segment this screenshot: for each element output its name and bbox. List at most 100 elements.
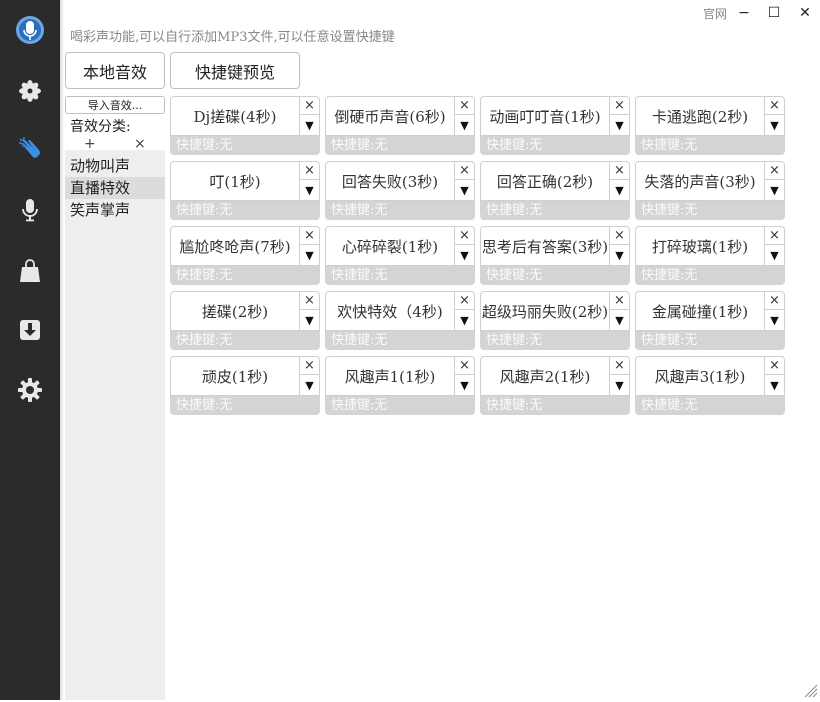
- download-icon[interactable]: [15, 315, 45, 345]
- sidebar-shadow: [60, 0, 64, 700]
- sound-options-dropdown[interactable]: ▼: [610, 375, 630, 396]
- sound-options-dropdown[interactable]: ▼: [765, 375, 785, 396]
- hotkey-label: 快捷键:无: [325, 396, 475, 415]
- remove-sound-button[interactable]: ×: [610, 226, 630, 245]
- sidebar: [0, 0, 60, 700]
- microphone-logo-icon[interactable]: [15, 15, 45, 45]
- remove-sound-button[interactable]: ×: [455, 226, 475, 245]
- hotkey-label: 快捷键:无: [635, 136, 785, 155]
- remove-sound-button[interactable]: ×: [610, 291, 630, 310]
- hotkey-label: 快捷键:无: [635, 266, 785, 285]
- sound-play-button[interactable]: 倒硬币声音(6秒): [325, 96, 455, 136]
- remove-sound-button[interactable]: ×: [300, 291, 320, 310]
- sound-options-dropdown[interactable]: ▼: [455, 375, 475, 396]
- tab-hotkey-preview[interactable]: 快捷键预览: [170, 52, 300, 89]
- sound-play-button[interactable]: 尴尬咚呛声(7秒): [170, 226, 300, 266]
- sound-play-button[interactable]: 心碎碎裂(1秒): [325, 226, 455, 266]
- remove-sound-button[interactable]: ×: [765, 161, 785, 180]
- sound-card: 欢快特效（4秒) × ▼ 快捷键:无: [325, 291, 475, 350]
- resize-grip[interactable]: [802, 682, 818, 698]
- sound-options-dropdown[interactable]: ▼: [300, 310, 320, 331]
- tab-local-sounds[interactable]: 本地音效: [65, 52, 165, 89]
- sound-play-button[interactable]: 打碎玻璃(1秒): [635, 226, 765, 266]
- sound-play-button[interactable]: Dj搓碟(4秒): [170, 96, 300, 136]
- sound-card: 回答失败(3秒) × ▼ 快捷键:无: [325, 161, 475, 220]
- remove-sound-button[interactable]: ×: [765, 291, 785, 310]
- hotkey-label: 快捷键:无: [635, 331, 785, 350]
- hotkey-label: 快捷键:无: [170, 201, 320, 220]
- sound-play-button[interactable]: 回答失败(3秒): [325, 161, 455, 201]
- sound-play-button[interactable]: 风趣声1(1秒): [325, 356, 455, 396]
- sound-play-button[interactable]: 思考后有答案(3秒): [480, 226, 610, 266]
- sound-options-dropdown[interactable]: ▼: [300, 375, 320, 396]
- sound-play-button[interactable]: 超级玛丽失败(2秒): [480, 291, 610, 331]
- sound-options-dropdown[interactable]: ▼: [610, 115, 630, 136]
- hotkey-label: 快捷键:无: [480, 266, 630, 285]
- sound-options-dropdown[interactable]: ▼: [765, 310, 785, 331]
- sound-options-dropdown[interactable]: ▼: [455, 245, 475, 266]
- add-category-button[interactable]: +: [84, 136, 96, 152]
- sound-options-dropdown[interactable]: ▼: [765, 245, 785, 266]
- hotkey-label: 快捷键:无: [170, 266, 320, 285]
- sound-play-button[interactable]: 叮(1秒): [170, 161, 300, 201]
- settings-gear-icon[interactable]: [15, 375, 45, 405]
- clapping-hands-icon[interactable]: [15, 134, 45, 164]
- sound-play-button[interactable]: 欢快特效（4秒): [325, 291, 455, 331]
- remove-sound-button[interactable]: ×: [610, 161, 630, 180]
- sound-options-dropdown[interactable]: ▼: [610, 310, 630, 331]
- sound-options-dropdown[interactable]: ▼: [455, 180, 475, 201]
- official-site-link[interactable]: 官网: [703, 5, 727, 22]
- sound-play-button[interactable]: 动画叮叮音(1秒): [480, 96, 610, 136]
- sound-play-button[interactable]: 风趣声2(1秒): [480, 356, 610, 396]
- minimize-button[interactable]: −: [733, 2, 755, 24]
- remove-sound-button[interactable]: ×: [455, 96, 475, 115]
- hotkey-label: 快捷键:无: [635, 201, 785, 220]
- remove-sound-button[interactable]: ×: [765, 356, 785, 375]
- remove-sound-button[interactable]: ×: [300, 356, 320, 375]
- sound-options-dropdown[interactable]: ▼: [455, 115, 475, 136]
- sound-options-dropdown[interactable]: ▼: [765, 180, 785, 201]
- remove-sound-button[interactable]: ×: [300, 226, 320, 245]
- sound-card: 失落的声音(3秒) × ▼ 快捷键:无: [635, 161, 785, 220]
- sound-card: 风趣声3(1秒) × ▼ 快捷键:无: [635, 356, 785, 415]
- sound-card: 搓碟(2秒) × ▼ 快捷键:无: [170, 291, 320, 350]
- remove-sound-button[interactable]: ×: [610, 356, 630, 375]
- microphone-icon[interactable]: [15, 195, 45, 225]
- sound-play-button[interactable]: 卡通逃跑(2秒): [635, 96, 765, 136]
- category-item-selected[interactable]: 直播特效: [65, 177, 165, 199]
- sound-play-button[interactable]: 搓碟(2秒): [170, 291, 300, 331]
- category-item[interactable]: 动物叫声: [65, 155, 165, 177]
- sound-card: 风趣声1(1秒) × ▼ 快捷键:无: [325, 356, 475, 415]
- sound-options-dropdown[interactable]: ▼: [765, 115, 785, 136]
- sound-options-dropdown[interactable]: ▼: [300, 180, 320, 201]
- sound-options-dropdown[interactable]: ▼: [610, 245, 630, 266]
- sound-options-dropdown[interactable]: ▼: [610, 180, 630, 201]
- hotkey-label: 快捷键:无: [170, 331, 320, 350]
- import-sound-button[interactable]: 导入音效...: [65, 96, 165, 114]
- sound-options-dropdown[interactable]: ▼: [300, 245, 320, 266]
- sound-options-dropdown[interactable]: ▼: [455, 310, 475, 331]
- sound-play-button[interactable]: 风趣声3(1秒): [635, 356, 765, 396]
- remove-sound-button[interactable]: ×: [765, 226, 785, 245]
- delete-category-button[interactable]: ×: [134, 136, 146, 152]
- category-item[interactable]: 笑声掌声: [65, 199, 165, 221]
- remove-sound-button[interactable]: ×: [455, 161, 475, 180]
- sound-options-dropdown[interactable]: ▼: [300, 115, 320, 136]
- sound-play-button[interactable]: 金属碰撞(1秒): [635, 291, 765, 331]
- remove-sound-button[interactable]: ×: [765, 96, 785, 115]
- sound-play-button[interactable]: 回答正确(2秒): [480, 161, 610, 201]
- sound-card: 金属碰撞(1秒) × ▼ 快捷键:无: [635, 291, 785, 350]
- sound-play-button[interactable]: 顽皮(1秒): [170, 356, 300, 396]
- remove-sound-button[interactable]: ×: [455, 291, 475, 310]
- hotkey-label: 快捷键:无: [325, 331, 475, 350]
- remove-sound-button[interactable]: ×: [300, 161, 320, 180]
- sound-play-button[interactable]: 失落的声音(3秒): [635, 161, 765, 201]
- flower-icon[interactable]: [15, 76, 45, 106]
- category-label: 音效分类:: [70, 119, 131, 135]
- remove-sound-button[interactable]: ×: [300, 96, 320, 115]
- close-window-button[interactable]: ✕: [794, 2, 816, 24]
- remove-sound-button[interactable]: ×: [455, 356, 475, 375]
- remove-sound-button[interactable]: ×: [610, 96, 630, 115]
- shopping-bag-icon[interactable]: [15, 256, 45, 286]
- maximize-button[interactable]: ☐: [763, 2, 785, 24]
